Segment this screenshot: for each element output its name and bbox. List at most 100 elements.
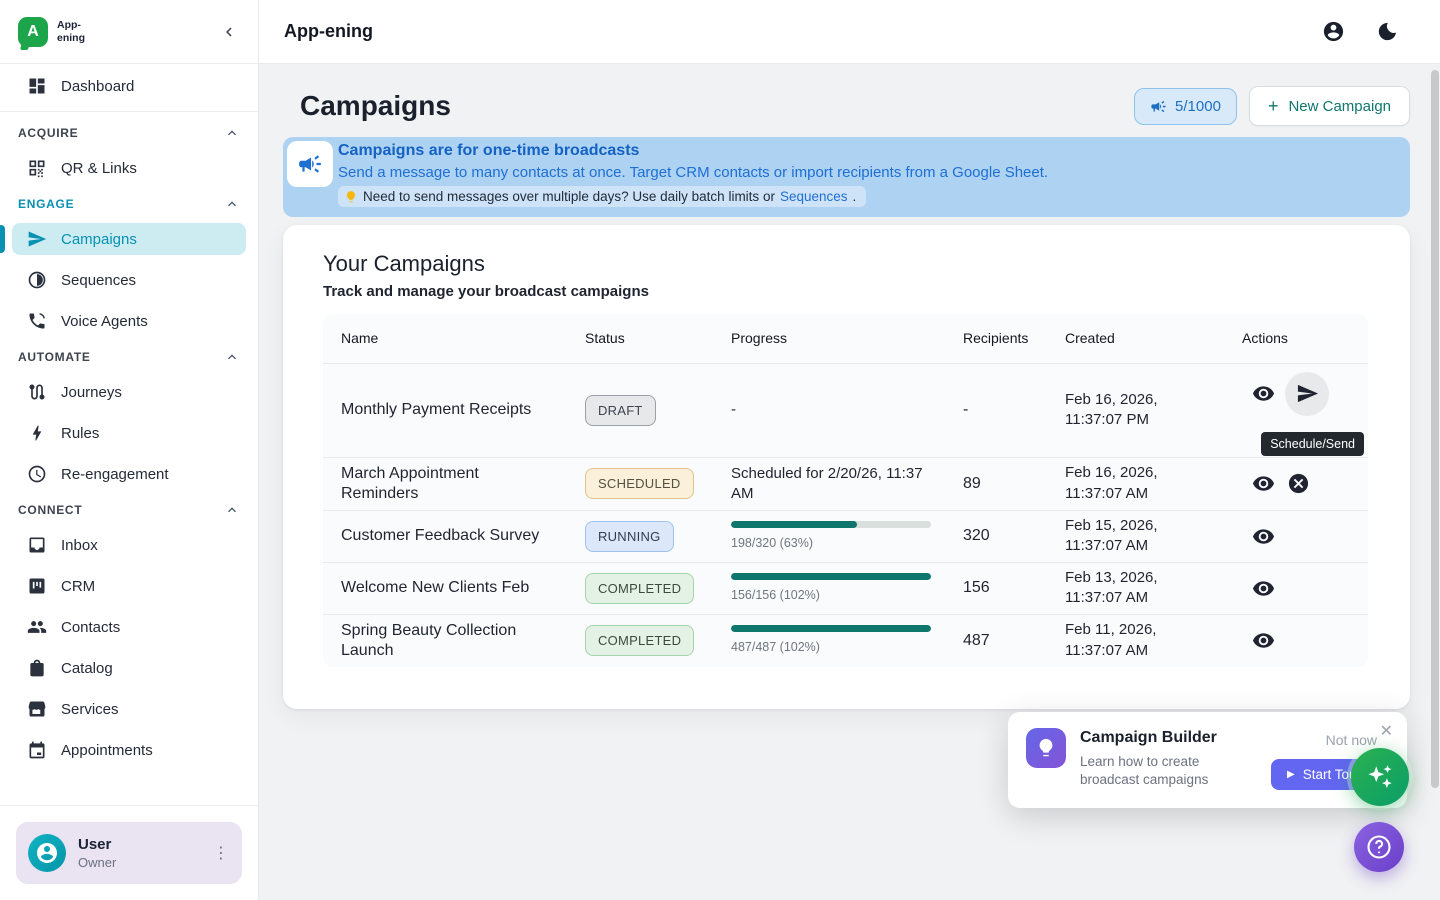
people-icon — [27, 617, 47, 637]
view-button[interactable] — [1250, 381, 1276, 407]
calendar-icon — [27, 740, 47, 760]
sidebar-section-header-connect[interactable]: CONNECT — [12, 499, 246, 521]
chevron-up-icon — [224, 196, 240, 212]
status-badge: RUNNING — [585, 521, 674, 552]
bag-icon — [27, 658, 47, 678]
campaigns-table: NameStatusProgressRecipientsCreatedActio… — [323, 314, 1368, 667]
cancel-button[interactable] — [1285, 471, 1311, 497]
storefront-icon — [27, 699, 47, 719]
sidebar-item-contacts[interactable]: Contacts — [12, 611, 246, 643]
card-subtitle: Track and manage your broadcast campaign… — [323, 283, 1368, 300]
bag-icon — [26, 657, 48, 679]
sidebar-item-appointments[interactable]: Appointments — [12, 734, 246, 766]
view-button[interactable] — [1250, 471, 1276, 497]
sidebar-collapse-button[interactable] — [216, 19, 242, 45]
page-title: Campaigns — [300, 90, 451, 122]
chevron-up-icon — [224, 196, 240, 212]
sidebar-item-label: Rules — [61, 425, 99, 442]
actions-cell — [1242, 575, 1368, 601]
progress-label: 487/487 (102%) — [731, 639, 933, 655]
sidebar-section-connect: CONNECT Inbox CRM Contacts Catalog Services Ap… — [12, 499, 246, 766]
status-cell: DRAFT — [585, 395, 731, 426]
popup-lightbulb-icon — [1026, 728, 1066, 768]
dashboard-icon — [26, 75, 48, 97]
section-label: AUTOMATE — [18, 350, 91, 364]
view-button[interactable] — [1250, 523, 1276, 549]
section-label: ENGAGE — [18, 197, 74, 211]
sidebar-section-header-engage[interactable]: ENGAGE — [12, 193, 246, 215]
new-campaign-button[interactable]: + New Campaign — [1249, 86, 1410, 126]
user-card[interactable]: User Owner ⋮ — [16, 822, 242, 884]
sidebar-item-catalog[interactable]: Catalog — [12, 652, 246, 684]
sidebar-item-voice-agents[interactable]: Voice Agents — [12, 305, 246, 337]
sidebar-item-label: QR & Links — [61, 160, 137, 177]
banner-subtitle: Send a message to many contacts at once.… — [338, 164, 1048, 181]
chevron-up-icon — [224, 502, 240, 518]
progress-bar — [731, 625, 931, 632]
popup-close-button[interactable]: ✕ — [1380, 724, 1393, 740]
help-fab[interactable] — [1354, 822, 1404, 872]
account-button[interactable] — [1320, 19, 1346, 45]
contrast-icon — [27, 270, 47, 290]
sidebar-item-crm[interactable]: CRM — [12, 570, 246, 602]
top-header: App-ening — [259, 0, 1440, 64]
sidebar-item-dashboard[interactable]: Dashboard — [12, 70, 246, 102]
popup-texts: Campaign Builder Learn how to create bro… — [1080, 728, 1230, 790]
sidebar-item-journeys[interactable]: Journeys — [12, 376, 246, 408]
campaign-row-spring-beauty-collection-launch: Spring Beauty Collection LaunchCOMPLETED… — [323, 615, 1368, 667]
send-button[interactable] — [1285, 372, 1329, 416]
lightbulb-icon — [1035, 737, 1057, 759]
sidebar-section-header-automate[interactable]: AUTOMATE — [12, 346, 246, 368]
calendar-icon — [26, 739, 48, 761]
created-cell: Feb 16, 2026, 11:37:07 AM — [1065, 463, 1242, 504]
progress-text: Scheduled for 2/20/26, 11:37 AM — [731, 465, 923, 502]
contrast-icon — [26, 269, 48, 291]
view-button[interactable] — [1250, 575, 1276, 601]
route-icon — [27, 382, 47, 402]
moon-icon — [1376, 20, 1399, 43]
progress-cell: 487/487 (102%) — [731, 625, 963, 655]
column-header-status: Status — [585, 330, 731, 346]
sidebar-item-rules[interactable]: Rules — [12, 417, 246, 449]
campaign-row-welcome-new-clients-feb: Welcome New Clients FebCOMPLETED 156/156 … — [323, 563, 1368, 615]
nav-divider — [0, 111, 258, 112]
status-badge: COMPLETED — [585, 573, 694, 604]
user-menu-dots-icon[interactable]: ⋮ — [213, 843, 230, 863]
user-avatar — [28, 834, 66, 872]
sidebar-item-label: Catalog — [61, 660, 113, 677]
progress-fill — [731, 521, 857, 528]
person-icon — [35, 841, 59, 865]
sidebar-item-label: Journeys — [61, 384, 122, 401]
view-button[interactable] — [1250, 628, 1276, 654]
sidebar-item-qr-links[interactable]: QR & Links — [12, 152, 246, 184]
inbox-icon — [26, 534, 48, 556]
recipients-cell: 487 — [963, 632, 1065, 650]
page-head: Campaigns 5/1000 + New Campaign — [283, 86, 1410, 126]
sidebar-item-sequences[interactable]: Sequences — [12, 264, 246, 296]
recipients-cell: 156 — [963, 579, 1065, 597]
banner-icon-box — [287, 141, 333, 187]
dark-mode-button[interactable] — [1374, 19, 1400, 45]
close-icon: ✕ — [1380, 723, 1393, 740]
section-label: ACQUIRE — [18, 126, 78, 140]
progress-cell: Scheduled for 2/20/26, 11:37 AM — [731, 464, 963, 503]
sequences-link[interactable]: Sequences — [780, 189, 848, 204]
sidebar-item-campaigns[interactable]: Campaigns — [12, 223, 246, 255]
campaign-quota-badge[interactable]: 5/1000 — [1134, 88, 1237, 125]
sidebar-item-re-engagement[interactable]: Re-engagement — [12, 458, 246, 490]
popup-title: Campaign Builder — [1080, 729, 1230, 747]
campaign-name: Monthly Payment Receipts — [323, 394, 585, 426]
campaign-name: Customer Feedback Survey — [323, 520, 585, 552]
scrollbar-thumb[interactable] — [1431, 70, 1439, 788]
sidebar-item-services[interactable]: Services — [12, 693, 246, 725]
sidebar-section-header-acquire[interactable]: ACQUIRE — [12, 122, 246, 144]
clock-icon — [26, 463, 48, 485]
progress-fill — [731, 573, 931, 580]
campaign-name: Welcome New Clients Feb — [323, 572, 585, 604]
progress-cell: 156/156 (102%) — [731, 573, 963, 603]
cancel-icon — [1287, 472, 1310, 495]
sidebar-item-inbox[interactable]: Inbox — [12, 529, 246, 561]
not-now-button[interactable]: Not now — [1326, 732, 1377, 748]
table-header-row: NameStatusProgressRecipientsCreatedActio… — [323, 314, 1368, 364]
ai-assistant-fab[interactable] — [1351, 748, 1409, 806]
